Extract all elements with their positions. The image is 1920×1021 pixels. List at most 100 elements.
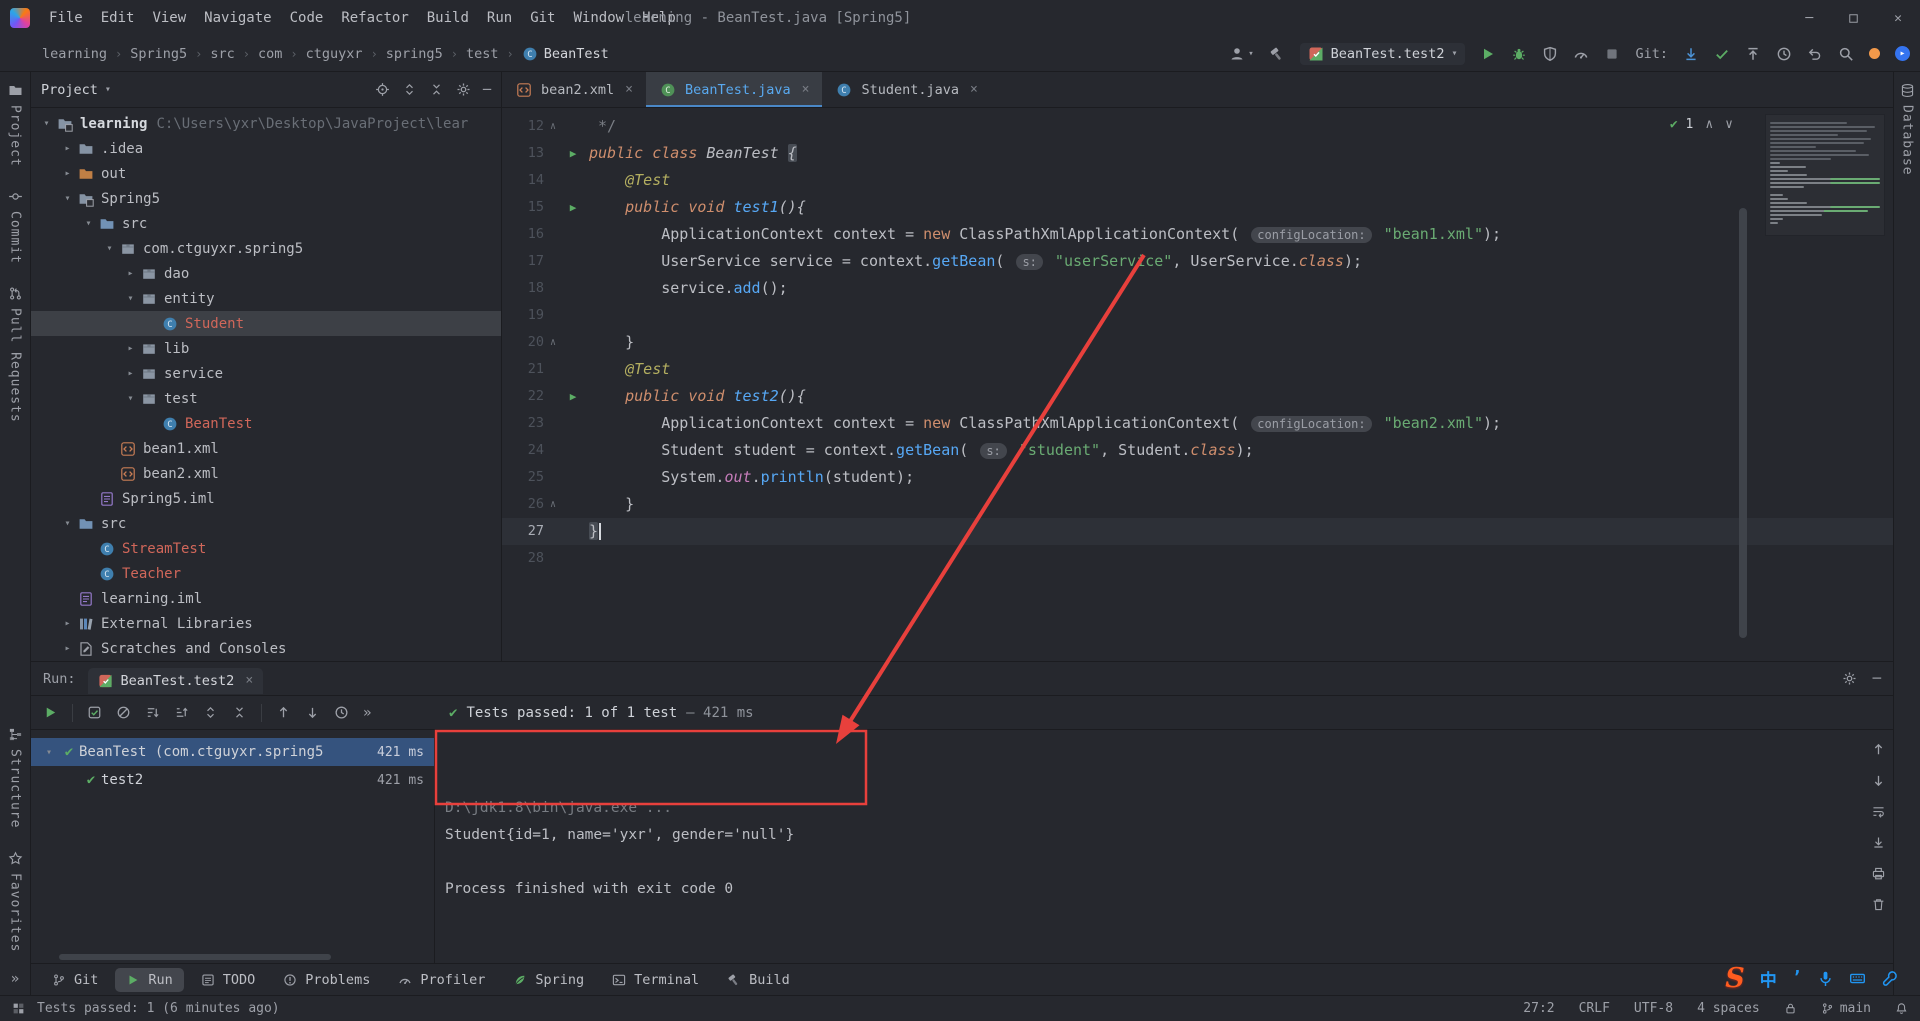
profiler-button[interactable] — [1573, 46, 1589, 62]
test-result-row[interactable]: ✔ test2 421 ms — [31, 766, 434, 794]
tree-item-bean1-xml[interactable]: bean1.xml — [31, 436, 501, 461]
next-button[interactable] — [305, 705, 320, 720]
keyboard-icon[interactable] — [1849, 970, 1866, 987]
softwrap-button[interactable] — [1871, 804, 1886, 819]
run-configuration-selector[interactable]: BeanTest.test2 ▾ — [1299, 42, 1466, 65]
panel-settings-icon[interactable] — [1842, 671, 1857, 686]
breadcrumb-item[interactable]: com — [258, 46, 282, 62]
git-update-button[interactable] — [1683, 46, 1699, 62]
sogou-logo-icon[interactable]: S — [1725, 963, 1745, 994]
sort-desc-button[interactable] — [145, 705, 160, 720]
run-config-tab[interactable]: BeanTest.test2 × — [87, 667, 264, 694]
code-editor[interactable]: 12 ∧ */ 13 ▶ public class BeanTest {14 @Test… — [502, 108, 1893, 661]
tree-item-teacher[interactable]: C Teacher — [31, 561, 501, 586]
sidebar-item-pull-requests[interactable]: Pull Requests — [8, 275, 23, 434]
coverage-button[interactable] — [1542, 46, 1558, 62]
up-button[interactable] — [1871, 742, 1886, 757]
tree-item-lib[interactable]: ▸ lib — [31, 336, 501, 361]
indent-style[interactable]: 4 spaces — [1697, 1001, 1760, 1016]
menu-navigate[interactable]: Navigate — [195, 7, 280, 29]
tool-window-button-build[interactable]: Build — [716, 968, 801, 992]
run-gutter-icon[interactable]: ▶ — [562, 194, 584, 221]
tool-window-switcher-icon[interactable] — [12, 1002, 25, 1015]
close-button[interactable]: ✕ — [1894, 11, 1902, 26]
menu-build[interactable]: Build — [418, 7, 478, 29]
tree-item-spring5[interactable]: ▾ Spring5 — [31, 186, 501, 211]
breadcrumb-item[interactable]: learning — [42, 46, 107, 62]
down-button[interactable] — [1871, 773, 1886, 788]
sidebar-item-database[interactable]: Database — [1900, 72, 1915, 187]
editor-tab-student-java[interactable]: C Student.java × — [822, 72, 990, 107]
tool-window-button-spring[interactable]: Spring — [502, 968, 595, 992]
collapse-all-button-icon[interactable] — [429, 82, 444, 97]
minimize-button[interactable]: ─ — [1805, 11, 1813, 26]
tool-window-button-problems[interactable]: Problems — [272, 968, 381, 992]
tree-item-out[interactable]: ▸ out — [31, 161, 501, 186]
clear-button[interactable] — [1871, 897, 1886, 912]
editor-tab-beantest-java[interactable]: C BeanTest.java × — [645, 72, 823, 107]
expand-all-button-icon[interactable] — [402, 82, 417, 97]
run-button[interactable] — [1480, 46, 1496, 62]
tree-item-service[interactable]: ▸ service — [31, 361, 501, 386]
menu-git[interactable]: Git — [521, 7, 564, 29]
breadcrumb-item[interactable]: test — [466, 46, 499, 62]
prev-problem-icon[interactable]: ∧ — [1705, 117, 1713, 132]
tree-item-com-ctguyxr-spring5[interactable]: ▾ com.ctguyxr.spring5 — [31, 236, 501, 261]
menu-code[interactable]: Code — [281, 7, 333, 29]
expand-all-button[interactable] — [203, 705, 218, 720]
maximize-button[interactable] — [1847, 12, 1860, 25]
menu-refactor[interactable]: Refactor — [332, 7, 417, 29]
breadcrumb-item[interactable]: Spring5 — [130, 46, 187, 62]
ignore-button[interactable] — [116, 705, 131, 720]
tool-window-button-terminal[interactable]: Terminal — [601, 968, 710, 992]
scrollend-button[interactable] — [1871, 835, 1886, 850]
ime-punctuation-toggle[interactable]: ’ — [1792, 968, 1802, 988]
menu-window[interactable]: Window — [565, 7, 634, 29]
run-gutter-icon[interactable]: ▶ — [562, 140, 584, 167]
menu-view[interactable]: View — [143, 7, 195, 29]
toolbox-icon[interactable] — [1881, 970, 1898, 987]
editor-scrollbar[interactable] — [1739, 208, 1747, 638]
git-commit-button[interactable] — [1714, 46, 1730, 62]
sort-asc-button[interactable] — [174, 705, 189, 720]
tool-window-button-git[interactable]: Git — [41, 968, 109, 992]
tool-window-button-run[interactable]: Run — [115, 967, 184, 992]
search-everywhere-button[interactable] — [1838, 46, 1854, 62]
read-only-lock-icon[interactable] — [1784, 1002, 1797, 1015]
sidebar-item-commit[interactable]: Commit — [8, 178, 23, 275]
sidebar-item-structure[interactable]: Structure — [8, 716, 23, 839]
tool-window-button-todo[interactable]: TODO — [190, 968, 267, 992]
print-button[interactable] — [1871, 866, 1886, 881]
menu-edit[interactable]: Edit — [92, 7, 144, 29]
line-separator[interactable]: CRLF — [1579, 1001, 1610, 1016]
horizontal-scrollbar[interactable] — [59, 954, 331, 960]
hide-panel-button[interactable]: ─ — [483, 82, 491, 98]
history-button[interactable] — [334, 705, 349, 720]
file-encoding[interactable]: UTF-8 — [1634, 1001, 1673, 1016]
project-panel-title[interactable]: Project — [41, 82, 98, 98]
tree-item-src[interactable]: ▾ src — [31, 211, 501, 236]
tree-item-learning[interactable]: ▾ learning C:\Users\yxr\Desktop\JavaProjec… — [31, 111, 501, 136]
breadcrumb-item[interactable]: C BeanTest — [522, 46, 609, 62]
run-console[interactable]: D:\jdk1.8\bin\java.exe ... Student{id=1, … — [435, 730, 1893, 963]
editor-tab-bean2-xml[interactable]: bean2.xml × — [502, 72, 646, 107]
rollback-button[interactable] — [1807, 46, 1823, 62]
notifications-icon[interactable] — [1895, 1002, 1908, 1015]
next-problem-icon[interactable]: ∨ — [1725, 117, 1733, 132]
sidebar-item-project[interactable]: Project — [8, 72, 23, 178]
close-icon[interactable]: × — [625, 82, 633, 97]
tree-item-student[interactable]: C Student — [31, 311, 501, 336]
run-gutter-icon[interactable]: ▶ — [562, 383, 584, 410]
tree-item-streamtest[interactable]: C StreamTest — [31, 536, 501, 561]
code-minimap[interactable] — [1765, 114, 1885, 236]
git-branch-widget[interactable]: main — [1821, 1001, 1871, 1016]
tree-item-external-libraries[interactable]: ▸ External Libraries — [31, 611, 501, 636]
tree-item-bean2-xml[interactable]: bean2.xml — [31, 461, 501, 486]
inspection-widget[interactable]: ✔ 1 ∧ ∨ — [1670, 117, 1733, 132]
debug-button[interactable] — [1511, 46, 1527, 62]
tree-item-learning-iml[interactable]: learning.iml — [31, 586, 501, 611]
menu-file[interactable]: File — [40, 7, 92, 29]
close-icon[interactable]: × — [970, 82, 978, 97]
close-icon[interactable]: × — [245, 673, 253, 688]
tree-item-entity[interactable]: ▾ entity — [31, 286, 501, 311]
